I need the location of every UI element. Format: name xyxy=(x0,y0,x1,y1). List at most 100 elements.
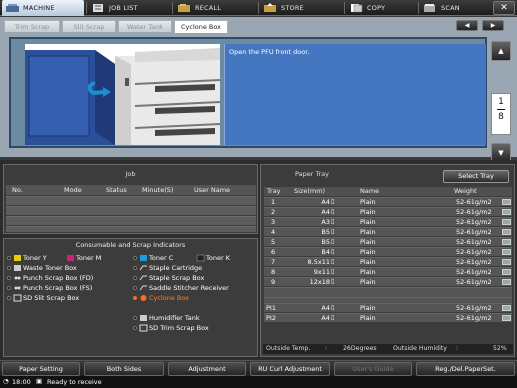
tray-number: 9 xyxy=(271,278,276,286)
subtab-cyclone-box[interactable]: Cyclone Box xyxy=(174,20,228,33)
sd-trim-scrap-icon xyxy=(139,324,148,332)
tray-row[interactable]: 4 B5 ▯ Plain 52-61g/m2 xyxy=(264,227,512,236)
tab-recall-label: RECALL xyxy=(195,4,222,12)
tray-number: 3 xyxy=(271,218,276,226)
subtab-label: Trim Scrap xyxy=(14,22,50,31)
status-dot xyxy=(133,256,137,260)
tray-status-icon xyxy=(502,259,511,265)
status-dot xyxy=(133,316,137,320)
tray-row[interactable]: 9 12x18 ▯ Plain 52-61g/m2 xyxy=(264,277,512,286)
job-row[interactable] xyxy=(6,206,256,215)
humidifier-tank-icon xyxy=(140,315,147,321)
pfu-door-illustration xyxy=(25,44,220,145)
page-indicator: 1 8 xyxy=(491,93,511,135)
subtab-trim-scrap[interactable]: Trim Scrap xyxy=(4,20,60,32)
triangle-right-icon: ▶ xyxy=(490,22,496,29)
staple-cartridge-icon xyxy=(139,265,147,271)
tray-status-icon xyxy=(502,269,511,275)
select-tray-button[interactable]: Select Tray xyxy=(443,170,509,183)
tray-name: Plain xyxy=(360,304,376,312)
paper-tray-panel: Paper Tray Select Tray Tray Size(mm) Nam… xyxy=(260,164,515,357)
tray-row[interactable]: 3 A3 ▯ Plain 52-61g/m2 xyxy=(264,217,512,226)
warning-dot xyxy=(133,296,137,300)
job-row[interactable] xyxy=(6,196,256,205)
tray-size: 9x11 xyxy=(313,268,330,276)
tab-recall[interactable]: RECALL xyxy=(174,0,256,16)
tray-row[interactable]: 5 B5 ▯ Plain 52-61g/m2 xyxy=(264,237,512,246)
subtab-slit-scrap[interactable]: Slit Scrap xyxy=(62,20,116,32)
consumable-humidifier-tank: Humidifier Tank xyxy=(133,313,200,323)
close-button[interactable]: ✕ xyxy=(493,1,515,15)
status-dot xyxy=(133,286,137,290)
paper-orientation-icon: ▯ xyxy=(331,278,335,285)
status-time: 18:00 xyxy=(12,378,31,386)
both-sides-button[interactable]: Both Sides xyxy=(84,362,164,376)
tray-status-icon xyxy=(502,305,511,311)
guidance-area: Trim Scrap Slit Scrap Water Tank Cyclone… xyxy=(0,17,517,163)
job-row[interactable] xyxy=(6,216,256,225)
paper-setting-button[interactable]: Paper Setting xyxy=(2,362,80,376)
tray-name: Plain xyxy=(360,218,376,226)
tab-scan-label: SCAN xyxy=(441,4,460,12)
function-bar: Paper Setting Both Sides Adjustment RU C… xyxy=(0,360,517,376)
subtab-prev-button[interactable]: ◀ xyxy=(456,20,478,31)
pager-up-button[interactable]: ▲ xyxy=(491,41,511,61)
nav-divider xyxy=(86,2,87,14)
status-dot xyxy=(7,266,11,270)
subtab-label: Cyclone Box xyxy=(180,23,221,31)
tray-weight: 52-61g/m2 xyxy=(456,278,492,286)
consumable-toner-k: Toner K xyxy=(196,253,230,263)
subtab-water-tank[interactable]: Water Tank xyxy=(118,20,172,32)
consumable-label: Staple Scrap Box xyxy=(149,274,205,282)
adjustment-button[interactable]: Adjustment xyxy=(168,362,246,376)
toner-c-icon xyxy=(140,255,147,261)
job-list-icon xyxy=(93,4,103,12)
tray-weight: 52-61g/m2 xyxy=(456,268,492,276)
tray-row[interactable]: 6 B4 ▯ Plain 52-61g/m2 xyxy=(264,247,512,256)
triangle-up-icon: ▲ xyxy=(498,47,504,55)
tray-name: Plain xyxy=(360,228,376,236)
tray-name: Plain xyxy=(360,314,376,322)
ru-curl-adjustment-button[interactable]: RU Curl Adjustment xyxy=(250,362,330,376)
consumable-punch-fs: Punch Scrap Box (FS) xyxy=(7,283,92,293)
job-row[interactable] xyxy=(6,226,256,232)
tray-weight: 52-61g/m2 xyxy=(456,218,492,226)
tab-store[interactable]: STORE xyxy=(260,0,342,16)
job-col-no: No. xyxy=(12,186,23,194)
tab-copy[interactable]: COPY xyxy=(346,0,416,16)
tray-row[interactable]: 1 A4 ▯ Plain 52-61g/m2 xyxy=(264,197,512,206)
consumable-label: Toner Y xyxy=(23,254,47,262)
users-guide-button[interactable]: User's Guide xyxy=(334,362,412,376)
status-dot xyxy=(7,256,11,260)
consumable-label: Saddle Stitcher Receiver xyxy=(149,284,229,292)
subtab-next-button[interactable]: ▶ xyxy=(482,20,504,31)
tab-machine-label: MACHINE xyxy=(23,4,55,12)
tab-job-list[interactable]: JOB LIST xyxy=(88,0,170,16)
consumable-toner-c: Toner C xyxy=(133,253,173,263)
tray-status-icon xyxy=(502,315,511,321)
consumable-toner-y: Toner Y xyxy=(7,253,47,263)
tab-scan[interactable]: SCAN xyxy=(420,0,490,16)
tray-row[interactable]: PI2 A4 ▯ Plain 52-61g/m2 xyxy=(264,313,512,322)
outside-temp-value: 26Degrees xyxy=(343,345,377,352)
page-current: 1 xyxy=(498,97,504,107)
tray-name: Plain xyxy=(360,198,376,206)
toner-k-icon xyxy=(196,254,205,262)
top-navigation: MACHINE JOB LIST RECALL STORE COPY SCAN … xyxy=(0,0,517,16)
tray-weight: 52-61g/m2 xyxy=(456,228,492,236)
reg-del-paperset-button[interactable]: Reg./Del.PaperSet. xyxy=(416,362,515,376)
tray-status-icon xyxy=(502,199,511,205)
tray-row[interactable]: PI1 A4 ▯ Plain 52-61g/m2 xyxy=(264,303,512,312)
tray-row[interactable]: 8 9x11 ▯ Plain 52-61g/m2 xyxy=(264,267,512,276)
paper-orientation-icon: ▯ xyxy=(331,258,335,265)
tab-copy-label: COPY xyxy=(367,4,386,12)
consumable-label: Punch Scrap Box (FD) xyxy=(23,274,94,282)
tray-number: 7 xyxy=(271,258,276,266)
tray-row[interactable]: 2 A4 ▯ Plain 52-61g/m2 xyxy=(264,207,512,216)
triangle-down-icon: ▼ xyxy=(498,149,504,157)
consumable-label: Waste Toner Box xyxy=(23,264,77,272)
tray-row[interactable]: 7 8.5x11 ▯ Plain 52-61g/m2 xyxy=(264,257,512,266)
tab-machine[interactable]: MACHINE xyxy=(2,0,84,16)
status-message: Ready to receive xyxy=(47,378,102,386)
tray-col-size: Size(mm) xyxy=(294,187,326,195)
